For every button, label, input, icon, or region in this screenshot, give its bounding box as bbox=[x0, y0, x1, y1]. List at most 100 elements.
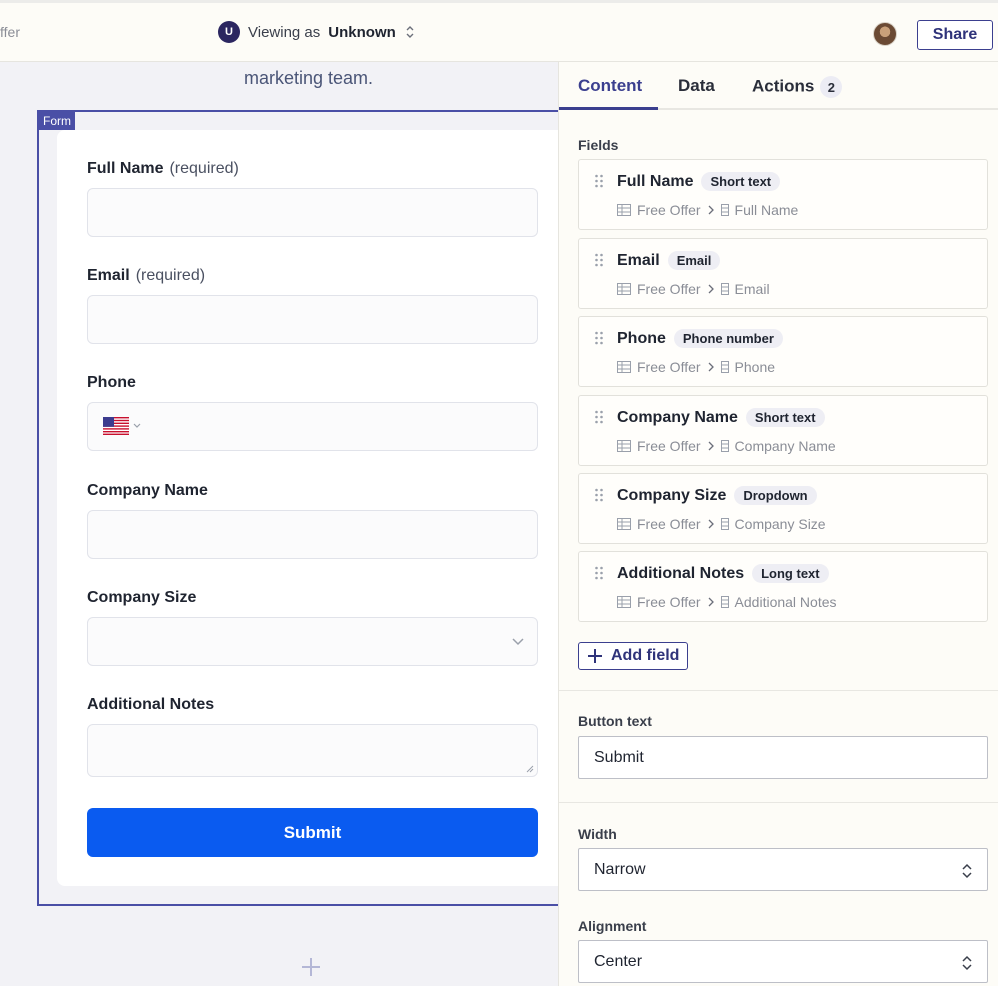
field-name: Company Size bbox=[617, 486, 727, 504]
table-name: Free Offer bbox=[637, 438, 701, 454]
field-card-email[interactable]: Email Email Free Offer Email bbox=[578, 238, 988, 309]
table-name: Free Offer bbox=[637, 202, 701, 218]
user-avatar[interactable] bbox=[873, 22, 897, 46]
field-card-company-size[interactable]: Company Size Dropdown Free Offer Company … bbox=[578, 473, 988, 544]
plus-icon bbox=[588, 649, 602, 663]
properties-panel: Content Data Actions 2 Fields Full Name Sh… bbox=[558, 62, 998, 986]
field-card-company-name[interactable]: Company Name Short text Free Offer Compan… bbox=[578, 395, 988, 466]
table-name: Free Offer bbox=[637, 359, 701, 375]
field-card-phone[interactable]: Phone Phone number Free Offer Phone bbox=[578, 316, 988, 387]
column-icon bbox=[720, 440, 729, 452]
additional-notes-label: Additional Notes bbox=[87, 696, 215, 713]
chevron-right-icon bbox=[708, 597, 714, 607]
field-type-badge: Email bbox=[667, 251, 721, 270]
column-name: Full Name bbox=[734, 202, 799, 218]
field-data-path: Free Offer Email bbox=[617, 281, 770, 297]
field-card-title: Company Size Dropdown bbox=[617, 486, 817, 505]
table-name: Free Offer bbox=[637, 516, 701, 532]
company-size-label: Company Size bbox=[87, 589, 197, 606]
field-type-badge: Phone number bbox=[673, 329, 783, 348]
table-icon bbox=[617, 518, 631, 530]
button-text-label: Button text bbox=[578, 713, 652, 729]
field-data-path: Free Offer Company Name bbox=[617, 438, 836, 454]
column-name: Phone bbox=[734, 359, 776, 375]
width-label: Width bbox=[578, 826, 617, 842]
tab-data[interactable]: Data bbox=[678, 76, 715, 96]
full-name-input[interactable] bbox=[87, 188, 538, 237]
fields-section-label: Fields bbox=[578, 137, 619, 153]
full-name-label-text: Full Name bbox=[87, 160, 164, 177]
phone-input[interactable] bbox=[87, 402, 538, 451]
section-divider bbox=[559, 690, 998, 691]
company-name-input[interactable] bbox=[87, 510, 538, 559]
tab-actions[interactable]: Actions 2 bbox=[752, 76, 843, 98]
field-type-badge: Short text bbox=[701, 172, 781, 191]
share-button[interactable]: Share bbox=[917, 20, 993, 50]
width-select[interactable]: Narrow bbox=[578, 848, 988, 891]
active-tab-indicator bbox=[559, 107, 658, 110]
field-card-title: Additional Notes Long text bbox=[617, 564, 829, 583]
add-field-button[interactable]: Add field bbox=[578, 642, 688, 670]
us-flag-icon[interactable] bbox=[103, 417, 129, 435]
table-icon bbox=[617, 204, 631, 216]
field-type-badge: Short text bbox=[745, 408, 825, 427]
tab-content[interactable]: Content bbox=[578, 76, 642, 96]
tab-actions-label: Actions bbox=[752, 76, 815, 96]
chevron-right-icon bbox=[708, 441, 714, 451]
drag-handle-icon[interactable] bbox=[594, 410, 604, 424]
section-divider bbox=[559, 802, 998, 803]
field-data-path: Free Offer Additional Notes bbox=[617, 594, 837, 610]
actions-count-badge: 2 bbox=[820, 76, 843, 98]
column-name: Additional Notes bbox=[734, 594, 837, 610]
email-label-text: Email bbox=[87, 267, 130, 284]
chevron-down-icon bbox=[512, 638, 524, 646]
add-block-icon[interactable] bbox=[300, 956, 322, 978]
chevron-right-icon bbox=[708, 519, 714, 529]
drag-handle-icon[interactable] bbox=[594, 566, 604, 580]
column-icon bbox=[720, 596, 729, 608]
drag-handle-icon[interactable] bbox=[594, 488, 604, 502]
column-name: Email bbox=[734, 281, 770, 297]
form-block[interactable]: Form Full Name (required) Email (required)… bbox=[37, 110, 560, 906]
add-field-label: Add field bbox=[611, 647, 680, 664]
chevron-right-icon bbox=[708, 362, 714, 372]
chevron-up-down-icon bbox=[962, 863, 972, 879]
viewing-as-selector[interactable]: U Viewing as Unknown bbox=[218, 21, 416, 43]
column-icon bbox=[720, 518, 729, 530]
drag-handle-icon[interactable] bbox=[594, 253, 604, 267]
field-name: Email bbox=[617, 251, 660, 269]
additional-notes-textarea[interactable] bbox=[87, 724, 538, 777]
table-icon bbox=[617, 361, 631, 373]
field-data-path: Free Offer Full Name bbox=[617, 202, 798, 218]
field-name: Phone bbox=[617, 329, 666, 347]
field-card-title: Company Name Short text bbox=[617, 408, 825, 427]
table-name: Free Offer bbox=[637, 281, 701, 297]
button-text-input[interactable]: Submit bbox=[578, 736, 988, 779]
drag-handle-icon[interactable] bbox=[594, 174, 604, 188]
chevron-down-icon[interactable] bbox=[132, 422, 142, 430]
field-card-additional-notes[interactable]: Additional Notes Long text Free Offer Add… bbox=[578, 551, 988, 622]
full-name-label: Full Name (required) bbox=[87, 160, 239, 178]
column-name: Company Name bbox=[734, 438, 836, 454]
drag-handle-icon[interactable] bbox=[594, 331, 604, 345]
alignment-select[interactable]: Center bbox=[578, 940, 988, 983]
form-block-tag: Form bbox=[39, 112, 75, 130]
field-card-full-name[interactable]: Full Name Short text Free Offer Full Name bbox=[578, 159, 988, 230]
breadcrumb[interactable]: ffer bbox=[0, 24, 20, 40]
top-bar: ffer U Viewing as Unknown Share bbox=[0, 0, 998, 62]
chevron-up-down-icon bbox=[962, 955, 972, 971]
company-size-select[interactable] bbox=[87, 617, 538, 666]
chevron-right-icon bbox=[708, 284, 714, 294]
canvas-area: marketing team. Form Full Name (required)… bbox=[0, 62, 560, 986]
resize-grip-icon[interactable] bbox=[526, 765, 534, 773]
field-data-path: Free Offer Company Size bbox=[617, 516, 826, 532]
table-icon bbox=[617, 440, 631, 452]
submit-button[interactable]: Submit bbox=[87, 808, 538, 857]
email-input[interactable] bbox=[87, 295, 538, 344]
field-name: Full Name bbox=[617, 172, 694, 190]
table-icon bbox=[617, 283, 631, 295]
column-name: Company Size bbox=[734, 516, 826, 532]
company-name-label: Company Name bbox=[87, 482, 208, 499]
form-card: Full Name (required) Email (required) Phon… bbox=[57, 130, 560, 886]
required-marker: (required) bbox=[135, 267, 206, 284]
